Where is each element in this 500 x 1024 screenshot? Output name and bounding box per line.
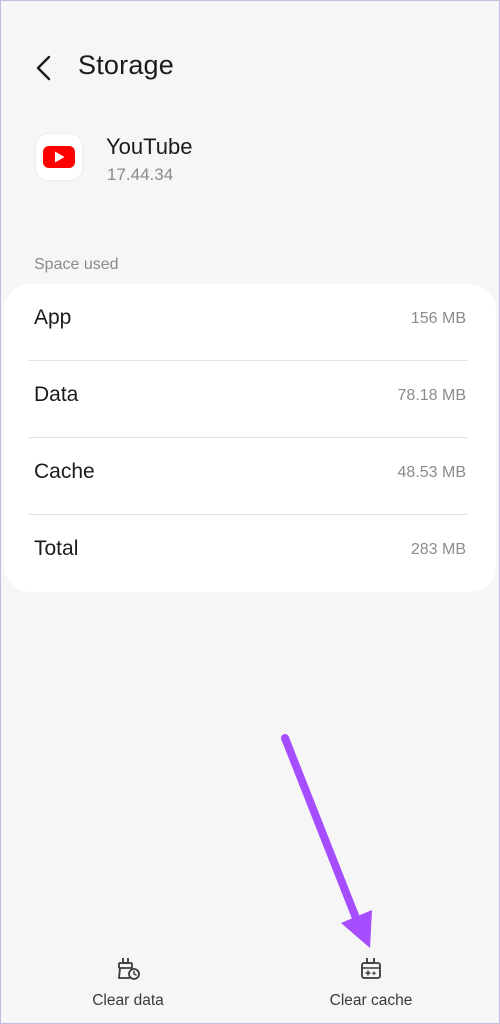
back-button[interactable] — [24, 48, 64, 88]
clear-cache-icon — [357, 954, 385, 982]
row-value: 78.18 MB — [397, 387, 466, 404]
section-label-space-used: Space used — [34, 256, 119, 273]
app-version: 17.44.34 — [107, 165, 174, 184]
youtube-logo-icon — [36, 134, 82, 180]
row-label: Total — [34, 537, 79, 560]
bottom-action-bar: Clear data Clear cache — [0, 940, 500, 1024]
storage-card: App 156 MB Data 78.18 MB Cache 48.53 MB … — [4, 284, 496, 592]
row-label: Cache — [34, 460, 95, 483]
page-title: Storage — [78, 50, 174, 80]
storage-row-data: Data 78.18 MB — [4, 361, 496, 438]
app-info: YouTube 17.44.34 — [36, 130, 456, 190]
clear-cache-button[interactable]: Clear cache — [281, 940, 461, 1020]
row-value: 48.53 MB — [397, 464, 466, 481]
clear-data-button[interactable]: Clear data — [38, 940, 218, 1020]
back-arrow-icon — [36, 55, 51, 81]
row-label: App — [34, 306, 72, 329]
storage-row-cache: Cache 48.53 MB — [4, 438, 496, 515]
clear-cache-label: Clear cache — [329, 992, 413, 1009]
storage-row-app: App 156 MB — [4, 284, 496, 361]
row-value: 283 MB — [410, 541, 466, 558]
clear-data-icon — [114, 954, 142, 982]
clear-data-label: Clear data — [92, 992, 164, 1009]
row-label: Data — [34, 383, 79, 406]
app-bar: Storage — [0, 36, 500, 100]
row-value: 156 MB — [410, 310, 466, 327]
storage-row-total: Total 283 MB — [4, 515, 496, 592]
app-name: YouTube — [106, 134, 193, 159]
